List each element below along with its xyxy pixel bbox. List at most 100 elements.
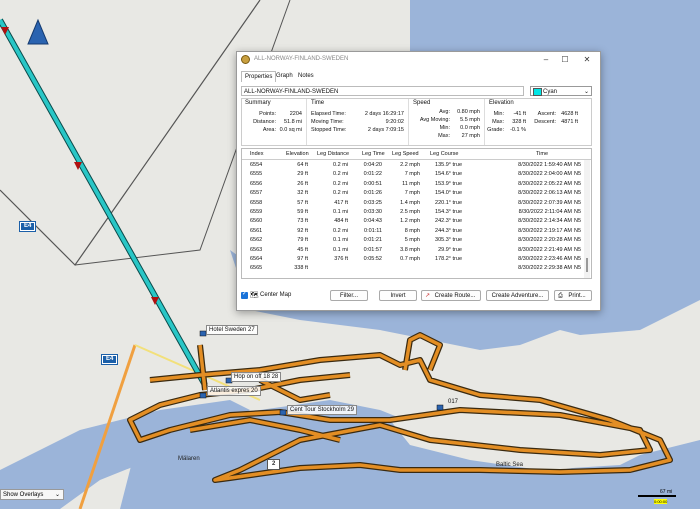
center-map-checkbox[interactable]: [241, 290, 248, 299]
invert-button[interactable]: Invert: [379, 290, 417, 301]
column-header[interactable]: Elevation: [286, 151, 309, 157]
table-cell: 29.9° true: [438, 246, 462, 253]
column-header[interactable]: Index: [250, 151, 263, 157]
column-header[interactable]: Leg Speed: [392, 151, 419, 157]
waypoint-label[interactable]: Hotel Sweden 27: [206, 325, 258, 335]
table-cell: 64 ft: [297, 162, 308, 168]
table-cell: 3.8 mph: [400, 246, 420, 253]
table-cell: N5: [574, 171, 582, 178]
avg-moving-label: Avg Moving:: [419, 117, 450, 123]
table-cell: 242.3° true: [435, 218, 462, 225]
table-cell: 8/30/2022 2:07:39 AM: [518, 199, 572, 206]
waypoint-label[interactable]: 017: [446, 398, 460, 406]
table-cell: 97 ft: [297, 256, 308, 262]
time-section: Time Elapsed Time: 2 days 16:29:17 Movin…: [308, 99, 409, 145]
table-cell: 6564: [250, 256, 263, 262]
track-properties-window[interactable]: ALL-NORWAY-FINLAND-SWEDEN – ☐ ✕ Properti…: [236, 51, 601, 311]
tab-properties[interactable]: Properties: [241, 71, 277, 82]
table-cell: 32 ft: [297, 190, 308, 197]
table-row[interactable]: 6555 29 ft 0.2 mi 0:01:22 7 mph 154.6° true 8/…: [242, 170, 582, 179]
table-row[interactable]: 6561 92 ft 0.2 mi 0:01:11 8 mph 244.3° true 8/…: [242, 227, 582, 236]
color-select[interactable]: Cyan ⌄: [530, 86, 592, 96]
road-shield-e4: E4: [100, 354, 119, 365]
scrollbar-thumb[interactable]: [586, 258, 588, 272]
table-cell: 0:04:43: [363, 218, 382, 225]
column-header[interactable]: Time: [536, 151, 548, 157]
summary-panel: Summary Points: 2204 Distance: 51.8 mi A…: [241, 98, 592, 146]
table-row[interactable]: 6560 73 ft 484 ft 0:04:43 1.2 mph 242.3° true…: [242, 217, 582, 226]
waypoint-marker[interactable]: [199, 392, 207, 399]
table-row[interactable]: 6556 26 ft 0.2 mi 0:00:51 11 mph 153.9° true 8…: [242, 180, 582, 189]
table-cell: 154.0° true: [435, 190, 462, 197]
table-cell: 8/30/2022 2:14:34 AM: [518, 218, 572, 225]
table-row[interactable]: 6562 79 ft 0.1 mi 0:01:21 5 mph 305.3° true 8/…: [242, 236, 582, 245]
avg-speed-value: 0.80 mph: [457, 109, 480, 115]
waypoint-label[interactable]: Atlantis expres 20: [207, 386, 261, 396]
trackpoint-table[interactable]: Index Elevation Leg Distance Leg Time Le…: [241, 148, 592, 279]
table-cell: 6557: [250, 190, 263, 197]
create-route-label: Create Route...: [434, 293, 476, 299]
table-cell: 376 ft: [334, 256, 348, 262]
tab-graph[interactable]: Graph: [273, 71, 296, 81]
color-swatch: [533, 88, 542, 96]
waypoint-label[interactable]: Hop on off 18 28: [231, 372, 282, 382]
print-button[interactable]: ⎙ Print...: [554, 290, 592, 301]
column-header[interactable]: Leg Distance: [317, 151, 349, 157]
title-bar[interactable]: ALL-NORWAY-FINLAND-SWEDEN – ☐ ✕: [237, 52, 600, 67]
table-cell: 26 ft: [297, 180, 308, 187]
table-cell: 73 ft: [297, 218, 308, 225]
table-cell: 153.9° true: [435, 180, 462, 187]
table-row[interactable]: 6554 64 ft 0.2 mi 0:04:20 2.2 mph 135.9° true…: [242, 161, 582, 170]
summary-section: Summary Points: 2204 Distance: 51.8 mi A…: [242, 99, 307, 145]
table-row[interactable]: 6557 32 ft 0.2 mi 0:01:26 7 mph 154.0° true 8/…: [242, 189, 582, 198]
waypoint-marker[interactable]: [279, 409, 287, 416]
ascent-label: Ascent:: [537, 111, 556, 117]
track-name-field[interactable]: ALL-NORWAY-FINLAND-SWEDEN: [241, 86, 524, 96]
table-cell: 305.3° true: [435, 237, 462, 244]
summary-header: Summary: [245, 100, 271, 106]
stopped-value: 2 days 7:09:15: [367, 127, 404, 133]
center-map-label: Center Map: [260, 292, 292, 298]
maximize-button[interactable]: ☐: [555, 54, 575, 65]
chevron-down-icon: ⌄: [54, 492, 60, 498]
table-cell: 8 mph: [404, 227, 420, 234]
table-cell: 2.5 mph: [400, 209, 420, 215]
waypoint-marker[interactable]: [436, 404, 444, 411]
vertical-scrollbar[interactable]: [584, 160, 590, 278]
table-cell: 7 mph: [404, 190, 420, 197]
table-cell: 0.2 mi: [333, 190, 348, 197]
table-row[interactable]: 6559 59 ft 0.1 mi 0:03:30 2.5 mph 154.3° true…: [242, 208, 582, 217]
close-button[interactable]: ✕: [577, 54, 597, 65]
table-cell: 417 ft: [334, 199, 348, 206]
table-cell: 8/30/2022 2:21:49 AM: [518, 246, 572, 253]
table-cell: 6563: [250, 246, 263, 253]
map-label-baltic: Baltic Sea: [496, 462, 524, 468]
table-row[interactable]: 6558 57 ft 417 ft 0:03:25 1.4 mph 220.1° true…: [242, 199, 582, 208]
time-header: Time: [311, 100, 325, 106]
stopped-label: Stopped Time:: [311, 127, 347, 133]
min-speed-label: Min:: [439, 125, 450, 131]
table-cell: 6560: [250, 218, 263, 225]
show-overlays-select[interactable]: Show Overlays ⌄: [0, 489, 64, 500]
table-cell: 0.2 mi: [333, 162, 348, 168]
tab-notes[interactable]: Notes: [295, 71, 317, 81]
table-cell: N5: [574, 162, 582, 168]
table-cell: 2.2 mph: [400, 162, 420, 168]
column-header[interactable]: Leg Time: [362, 151, 385, 157]
road-shield-e4: E4: [18, 221, 37, 232]
avg-moving-value: 5.5 mph: [460, 117, 480, 123]
table-row[interactable]: 6563 45 ft 0.1 mi 0:01:57 3.8 mph 29.9° true 8…: [242, 246, 582, 255]
column-header[interactable]: Leg Course: [430, 151, 458, 157]
filter-button[interactable]: Filter...: [330, 290, 368, 301]
map-scale: 67 mi 0:00:00: [638, 489, 678, 504]
waypoint-label[interactable]: Cent Tour Stockholm 29: [287, 405, 357, 415]
table-row[interactable]: 6565 338 ft 8/30/2022 2:29:38 AM N5: [242, 264, 582, 273]
minimize-button[interactable]: –: [536, 54, 556, 65]
table-cell: 8/30/2022 2:19:17 AM: [518, 227, 572, 234]
table-cell: 178.2° true: [435, 256, 462, 262]
table-cell: 0:01:11: [364, 227, 382, 234]
table-row[interactable]: 6564 97 ft 376 ft 0:05:52 0.7 mph 178.2° true…: [242, 255, 582, 264]
create-adventure-button[interactable]: Create Adventure...: [486, 290, 549, 301]
elev-min-label: Min:: [493, 111, 504, 117]
create-route-button[interactable]: ↗ Create Route...: [421, 290, 481, 301]
